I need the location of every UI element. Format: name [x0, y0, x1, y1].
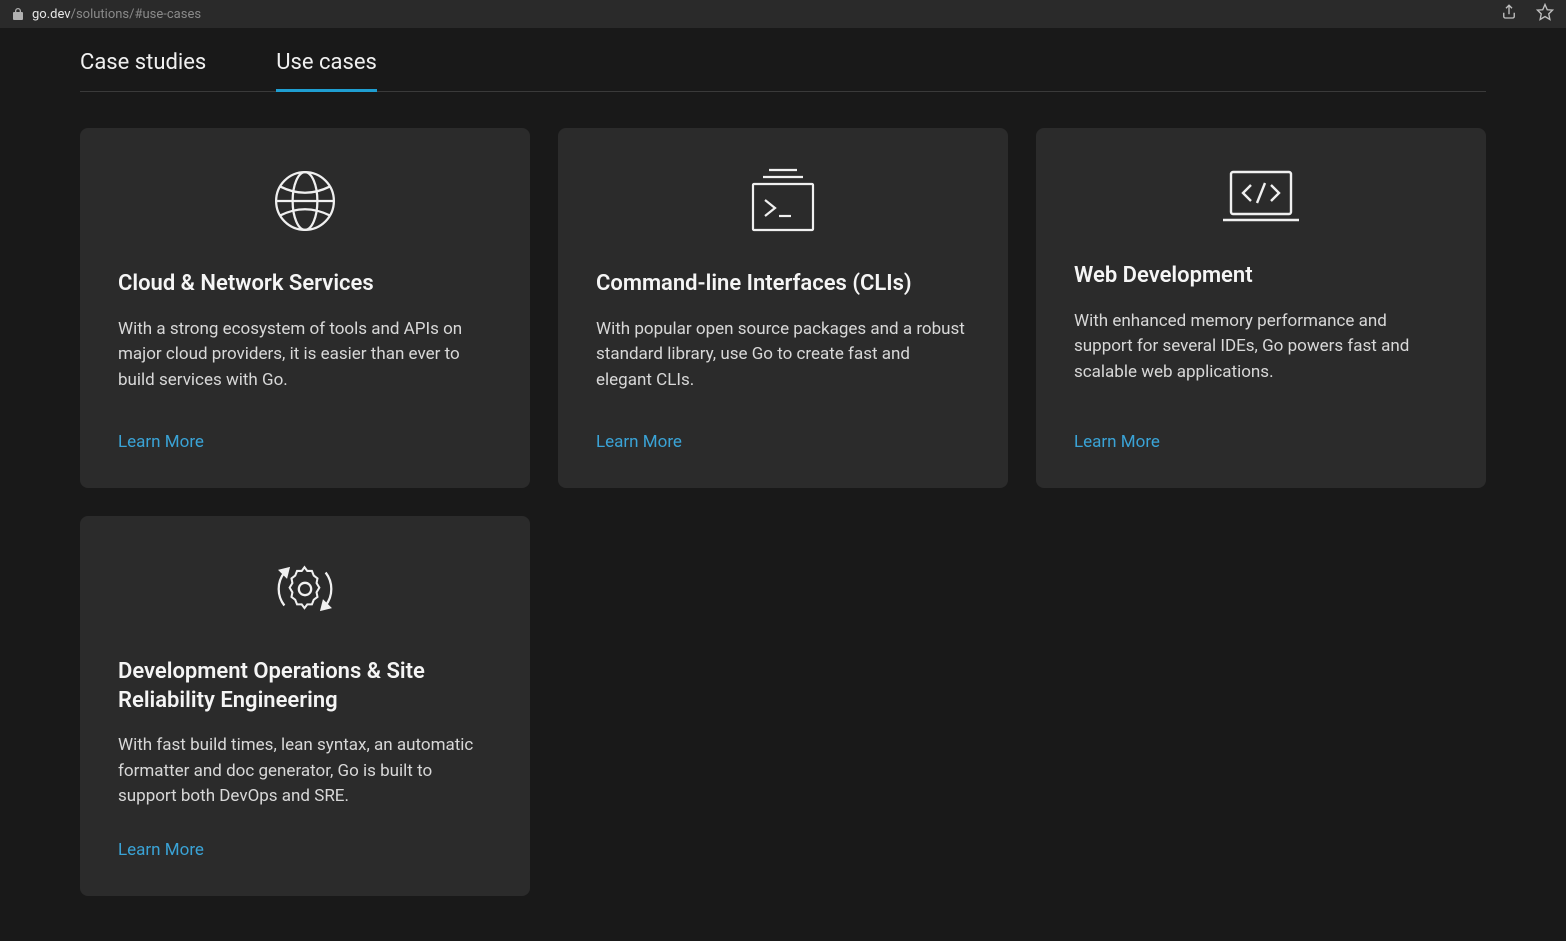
card-desc: With fast build times, lean syntax, an a… — [118, 733, 492, 810]
card-desc: With popular open source packages and a … — [596, 317, 970, 402]
learn-more-link[interactable]: Learn More — [118, 840, 492, 860]
card-title: Cloud & Network Services — [118, 270, 492, 299]
gear-cycle-icon — [118, 556, 492, 622]
learn-more-link[interactable]: Learn More — [596, 432, 970, 452]
card-devops[interactable]: Development Operations & Site Reliabilit… — [80, 516, 530, 896]
card-web-dev[interactable]: Web Development With enhanced memory per… — [1036, 128, 1486, 488]
terminal-icon — [596, 168, 970, 234]
card-title: Development Operations & Site Reliabilit… — [118, 658, 492, 715]
card-title: Web Development — [1074, 262, 1448, 291]
url-host: go.dev — [32, 7, 71, 22]
card-cli[interactable]: Command-line Interfaces (CLIs) With popu… — [558, 128, 1008, 488]
tabs: Case studies Use cases — [80, 28, 1486, 92]
url-display[interactable]: go.dev/solutions/#use-cases — [32, 7, 201, 22]
cards-grid: Cloud & Network Services With a strong e… — [80, 128, 1486, 896]
code-laptop-icon — [1074, 168, 1448, 226]
globe-icon — [118, 168, 492, 234]
tab-use-cases[interactable]: Use cases — [276, 50, 377, 91]
lock-icon — [12, 7, 24, 21]
tab-case-studies[interactable]: Case studies — [80, 50, 206, 91]
card-title: Command-line Interfaces (CLIs) — [596, 270, 970, 299]
star-icon[interactable] — [1536, 3, 1554, 25]
card-desc: With enhanced memory performance and sup… — [1074, 309, 1448, 402]
share-icon[interactable] — [1500, 3, 1518, 25]
learn-more-link[interactable]: Learn More — [1074, 432, 1448, 452]
address-bar: go.dev/solutions/#use-cases — [0, 0, 1566, 28]
card-cloud-network[interactable]: Cloud & Network Services With a strong e… — [80, 128, 530, 488]
card-desc: With a strong ecosystem of tools and API… — [118, 317, 492, 402]
learn-more-link[interactable]: Learn More — [118, 432, 492, 452]
url-path: /solutions/#use-cases — [71, 7, 201, 22]
